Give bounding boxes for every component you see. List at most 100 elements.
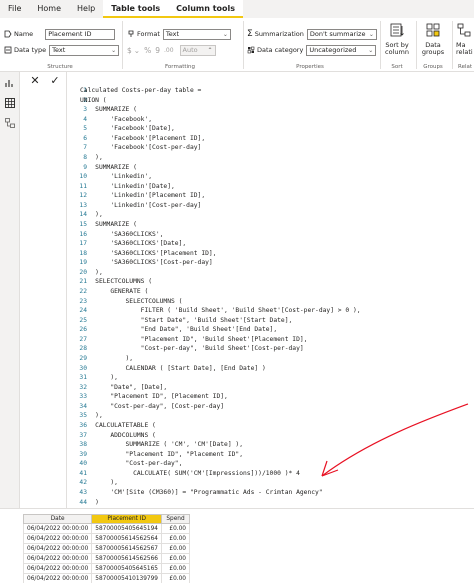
sort-icon: [390, 23, 404, 37]
code-text: "Placement ID", [Placement ID],: [80, 393, 228, 401]
category-select[interactable]: Uncategorized ⌄: [306, 44, 377, 56]
sort-by-column-button[interactable]: Sort by column: [382, 22, 412, 56]
table-cell: £0.00: [161, 553, 190, 564]
column-header-date[interactable]: Date: [22, 514, 93, 524]
table-cell: £0.00: [161, 573, 190, 583]
table-cell: £0.00: [161, 523, 190, 534]
name-input[interactable]: Placement ID: [45, 28, 116, 40]
code-text: 'Facebook'[Placement ID],: [80, 134, 206, 142]
code-text: CALCULATETABLE (: [80, 421, 156, 429]
relationships-icon: [457, 23, 471, 37]
code-text: ),: [80, 412, 103, 420]
menu-tab-help[interactable]: Help: [69, 0, 103, 18]
formula-buttons: ✕ ✓: [28, 74, 62, 88]
decimals-button[interactable]: .00: [164, 47, 174, 54]
code-text: CALCULATE( SUM('CM'[Impressions]))/1000 …: [80, 469, 300, 477]
datatype-label: Data type: [14, 46, 47, 54]
decimal-places-input[interactable]: Auto ⌃: [179, 44, 216, 56]
number-format-row: $ ⌄ % 9 .00 Auto ⌃: [127, 44, 216, 56]
code-text: GENERATE (: [80, 287, 149, 295]
code-text: 'Linkedin'[Placement ID],: [80, 192, 206, 200]
code-text: ),: [80, 268, 103, 276]
code-text: ): [80, 498, 99, 506]
format-value: Text: [165, 29, 180, 38]
data-table-area: Date Placement ID Spend 06/04/2022 00:00…: [0, 508, 474, 583]
code-text: 'SA360CLICKS'[Placement ID],: [80, 249, 217, 257]
chevron-down-icon: ⌄: [111, 46, 117, 54]
code-text: 'Facebook',: [80, 115, 153, 123]
divider: [243, 21, 244, 69]
divider: [380, 21, 381, 69]
menu-tab-column-tools[interactable]: Column tools: [168, 0, 244, 18]
relationships-group-label: Relat: [458, 64, 473, 70]
table-cell: 58700005614562567: [91, 543, 162, 554]
checkmark-icon[interactable]: ✓: [48, 74, 62, 88]
table-cell: £0.00: [161, 543, 190, 554]
code-text: "Cost-per-day", 'Build Sheet'[Cost-per-d…: [80, 345, 304, 353]
column-header-placement-id[interactable]: Placement ID: [91, 514, 162, 524]
structure-group-label: Structure: [47, 64, 73, 70]
code-text: FILTER ( 'Build Sheet', 'Build Sheet'[Co…: [80, 307, 361, 315]
datatype-select[interactable]: Text ⌄: [49, 44, 120, 56]
code-text: 'Facebook'[Date],: [80, 125, 175, 133]
code-text: ),: [80, 479, 118, 487]
sort-group-label: Sort: [391, 64, 403, 70]
format-select[interactable]: Text ⌄: [162, 28, 231, 40]
code-text: SUMMARIZE (: [80, 220, 137, 228]
code-text: ADDCOLUMNS (: [80, 431, 156, 439]
menu-tab-home[interactable]: Home: [29, 0, 69, 18]
code-text: 'CM'[Site (CM360)] = "Programmatic Ads -…: [80, 488, 323, 496]
view-switcher: [0, 72, 20, 508]
name-row: Name Placement ID: [4, 28, 116, 40]
column-header-spend[interactable]: Spend: [161, 514, 190, 524]
table-row[interactable]: 06/04/2022 00:00:00 58700005405645165 £0.0…: [22, 563, 190, 574]
report-view-icon[interactable]: [5, 78, 15, 88]
code-text: CALENDAR ( [Start Date], [End Date] ): [80, 364, 266, 372]
data-table: Date Placement ID Spend 06/04/2022 00:00…: [22, 514, 190, 583]
code-text: ),: [80, 354, 134, 362]
code-text: SELECTCOLUMNS (: [80, 278, 153, 286]
table-row[interactable]: 06/04/2022 00:00:00 58700005614562566 £0.0…: [22, 553, 190, 564]
table-cell: £0.00: [161, 563, 190, 574]
data-groups-icon: [426, 23, 440, 37]
chevron-down-icon: ⌄: [368, 46, 374, 54]
divider: [452, 21, 453, 69]
table-cell: 06/04/2022 00:00:00: [22, 543, 93, 554]
currency-button[interactable]: $: [127, 46, 132, 55]
table-row[interactable]: 06/04/2022 00:00:00 58700005410139799 £0.0…: [22, 573, 190, 583]
manage-relationships-button[interactable]: Ma relati: [456, 22, 474, 56]
table-row[interactable]: 06/04/2022 00:00:00 587000054056451​94 £0.…: [22, 523, 190, 534]
code-text: SUMMARIZE (: [80, 106, 137, 114]
code-text: "Cost-per-day",: [80, 460, 183, 468]
table-cell: £0.00: [161, 533, 190, 544]
model-view-icon[interactable]: [5, 118, 15, 128]
data-view-icon[interactable]: [5, 98, 15, 108]
data-type-icon: [4, 46, 12, 54]
code-text: UNION (: [80, 96, 107, 104]
summarization-select[interactable]: Don't summarize ⌄: [306, 28, 377, 40]
table-row[interactable]: 06/04/2022 00:00:00 58700005614562564 £0.0…: [22, 533, 190, 544]
table-cell: 06/04/2022 00:00:00: [22, 523, 93, 534]
close-icon[interactable]: ✕: [28, 74, 42, 88]
code-text: 'Linkedin'[Date],: [80, 182, 175, 190]
code-text: "Placement ID", "Placement ID",: [80, 450, 244, 458]
table-cell: 58700005410139799: [91, 573, 162, 583]
menu-tab-table-tools[interactable]: Table tools: [103, 0, 169, 18]
auto-value: Auto: [182, 45, 198, 54]
table-cell: 06/04/2022 00:00:00: [22, 533, 93, 544]
percent-button[interactable]: %: [144, 46, 151, 55]
menu-bar: File Home Help Table tools Column tools: [0, 0, 474, 18]
relationships-label-2: relati: [456, 48, 473, 56]
comma-button[interactable]: 9: [155, 46, 160, 55]
code-text: 'SA360CLICKS'[Date],: [80, 240, 187, 248]
table-row[interactable]: 06/04/2022 00:00:00 58700005614562567 £0.0…: [22, 543, 190, 554]
data-groups-button[interactable]: Data groups: [418, 22, 448, 56]
summarization-row: Σ Summarization Don't summarize ⌄: [247, 28, 377, 40]
code-text: ),: [80, 211, 103, 219]
code-text: ),: [80, 153, 103, 161]
category-label: Data category: [257, 46, 304, 54]
paintbrush-icon: [128, 30, 134, 37]
dax-editor[interactable]: 1 Calculated Costs-per-day table = 2 UNION …: [66, 72, 474, 515]
code-text: SUMMARIZE (: [80, 163, 137, 171]
menu-tab-file[interactable]: File: [0, 0, 29, 18]
